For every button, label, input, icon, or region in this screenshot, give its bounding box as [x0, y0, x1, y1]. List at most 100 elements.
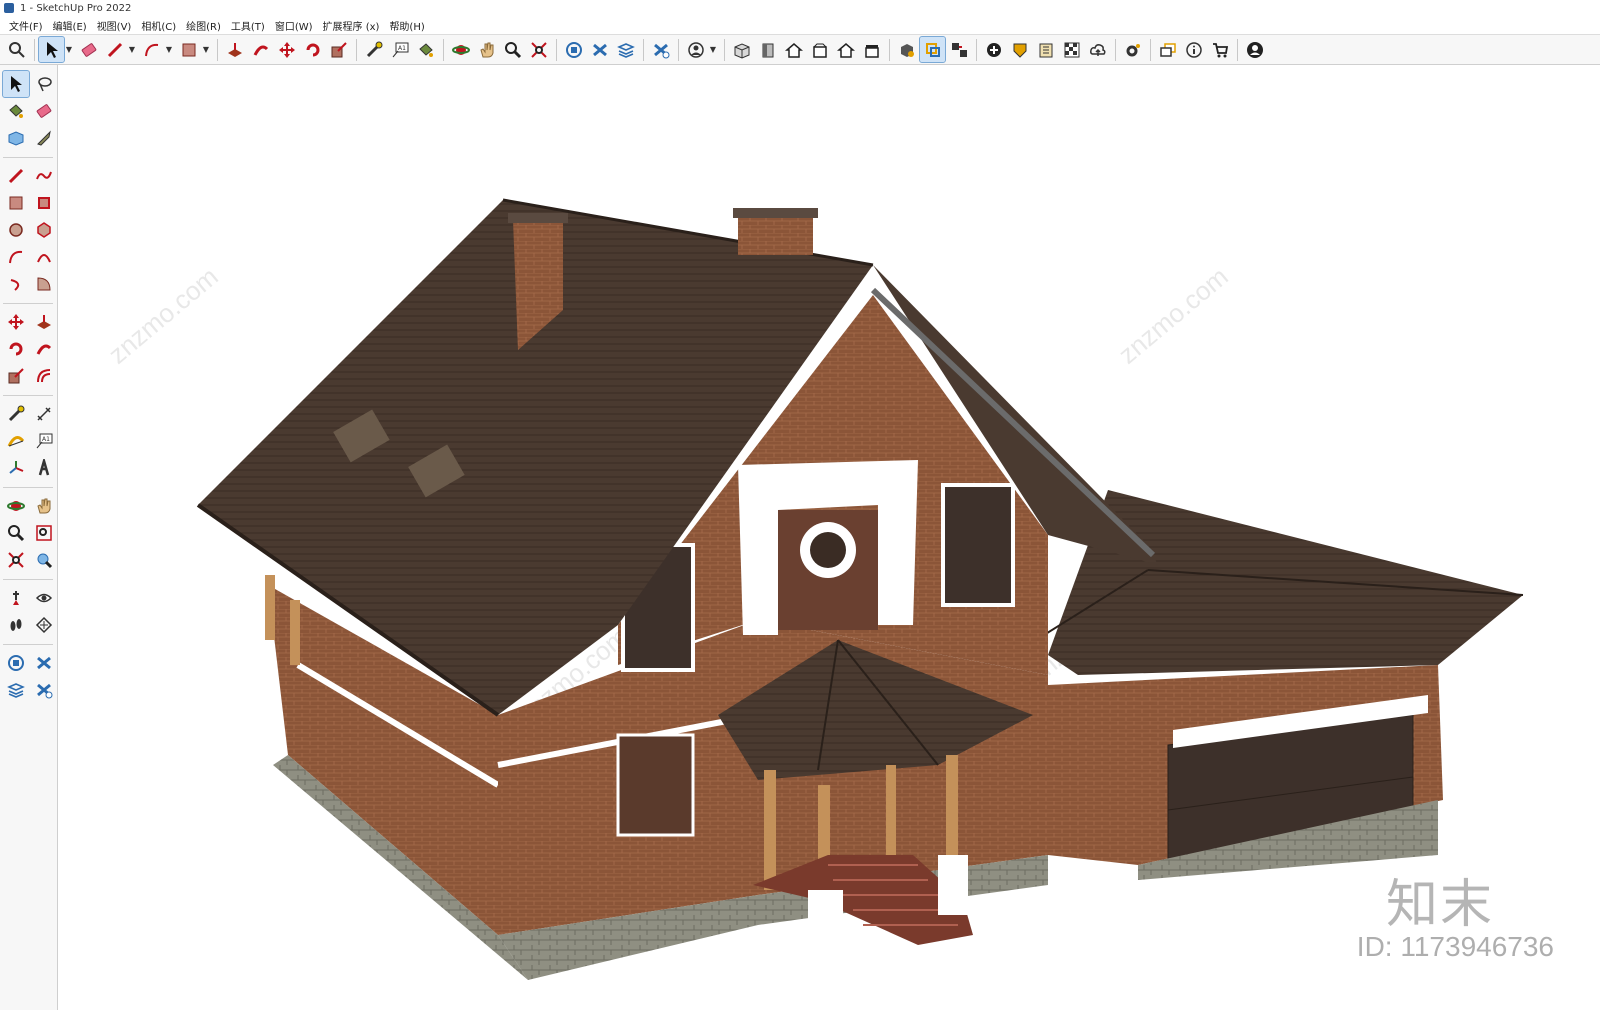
section-plane-icon[interactable]	[919, 36, 946, 63]
tape-measure-icon[interactable]	[3, 401, 29, 427]
extension-manager-icon[interactable]	[648, 37, 673, 62]
shopping-cart-icon[interactable]	[1207, 37, 1232, 62]
select-tool-icon[interactable]	[38, 36, 65, 63]
menu-edit[interactable]: 编辑(E)	[48, 18, 92, 33]
push-pull-icon[interactable]	[31, 309, 57, 335]
3d-warehouse-icon[interactable]	[3, 650, 29, 676]
previous-view-icon[interactable]	[31, 547, 57, 573]
tag-tool-icon[interactable]	[31, 125, 57, 151]
search-icon[interactable]	[4, 37, 29, 62]
info-icon[interactable]	[1181, 37, 1206, 62]
two-point-arc-icon[interactable]	[31, 244, 57, 270]
paint-bucket-icon[interactable]	[413, 37, 438, 62]
rectangle-icon[interactable]	[176, 37, 201, 62]
rotated-rectangle-icon[interactable]	[31, 190, 57, 216]
orbit-icon[interactable]	[3, 493, 29, 519]
section-display-icon[interactable]	[946, 37, 971, 62]
window-cascade-icon[interactable]	[1155, 37, 1180, 62]
3d-warehouse-icon[interactable]	[561, 37, 586, 62]
settings-gear-icon[interactable]	[1120, 37, 1145, 62]
menu-extensions[interactable]: 扩展程序 (x)	[318, 18, 385, 33]
line-dropdown-icon[interactable]: ▼	[128, 45, 136, 54]
account-icon[interactable]	[683, 37, 708, 62]
move-icon[interactable]	[274, 37, 299, 62]
tape-measure-icon[interactable]	[361, 37, 386, 62]
eraser-icon[interactable]	[76, 37, 101, 62]
push-pull-icon[interactable]	[222, 37, 247, 62]
eraser-icon[interactable]	[31, 98, 57, 124]
rotate-icon[interactable]	[300, 37, 325, 62]
pencil-line-icon[interactable]	[102, 37, 127, 62]
lasso-select-icon[interactable]	[31, 71, 57, 97]
pie-icon[interactable]	[31, 271, 57, 297]
text-tool-icon[interactable]: A1	[31, 428, 57, 454]
offset-icon[interactable]	[31, 363, 57, 389]
arc-icon[interactable]	[139, 37, 164, 62]
polygon-icon[interactable]	[31, 217, 57, 243]
scale-icon[interactable]	[326, 37, 351, 62]
menu-tools[interactable]: 工具(T)	[226, 18, 270, 33]
zoom-extents-icon[interactable]	[3, 547, 29, 573]
extension-manager-icon[interactable]	[31, 677, 57, 703]
zoom-extents-icon[interactable]	[526, 37, 551, 62]
line-tool-icon[interactable]	[3, 163, 29, 189]
position-camera-icon[interactable]	[3, 585, 29, 611]
rectangle-icon[interactable]	[3, 190, 29, 216]
dimension-icon[interactable]	[31, 401, 57, 427]
pan-hand-icon[interactable]	[31, 493, 57, 519]
add-location-icon[interactable]	[981, 37, 1006, 62]
model-viewport[interactable]: znzmo.com znzmo.com znzmo.com znzmo.com …	[58, 65, 1600, 1010]
section-plane-icon[interactable]	[31, 612, 57, 638]
move-icon[interactable]	[3, 309, 29, 335]
front-view-icon[interactable]	[781, 37, 806, 62]
cloud-upload-icon[interactable]	[1085, 37, 1110, 62]
menu-window[interactable]: 窗口(W)	[270, 18, 318, 33]
follow-me-icon[interactable]	[31, 336, 57, 362]
look-around-icon[interactable]	[31, 585, 57, 611]
circle-icon[interactable]	[3, 217, 29, 243]
checkerboard-icon[interactable]	[1059, 37, 1084, 62]
extension-warehouse-icon[interactable]	[587, 37, 612, 62]
freehand-icon[interactable]	[31, 163, 57, 189]
layout-book-icon[interactable]	[1033, 37, 1058, 62]
select-tool-icon[interactable]	[2, 70, 30, 98]
zoom-icon[interactable]	[500, 37, 525, 62]
account-dropdown-icon[interactable]: ▼	[709, 45, 717, 54]
geo-location-icon[interactable]	[1007, 37, 1032, 62]
scale-icon[interactable]	[3, 363, 29, 389]
text-tool-icon[interactable]: A1	[387, 37, 412, 62]
top-view-icon[interactable]	[755, 37, 780, 62]
zoom-icon[interactable]	[3, 520, 29, 546]
3d-text-icon[interactable]	[31, 455, 57, 481]
shape-dropdown-icon[interactable]: ▼	[202, 45, 210, 54]
make-component-icon[interactable]	[3, 125, 29, 151]
menu-camera[interactable]: 相机(C)	[136, 18, 181, 33]
paint-bucket-icon[interactable]	[3, 98, 29, 124]
pan-hand-icon[interactable]	[474, 37, 499, 62]
back-view-icon[interactable]	[833, 37, 858, 62]
right-view-icon[interactable]	[807, 37, 832, 62]
axes-icon[interactable]	[3, 455, 29, 481]
select-dropdown-icon[interactable]: ▼	[65, 45, 73, 54]
layout-send-icon[interactable]	[3, 677, 29, 703]
arc-dropdown-icon[interactable]: ▼	[165, 45, 173, 54]
protractor-icon[interactable]	[3, 428, 29, 454]
toolbar-divider	[217, 38, 218, 61]
extension-warehouse-icon[interactable]	[31, 650, 57, 676]
follow-me-icon[interactable]	[248, 37, 273, 62]
menu-help[interactable]: 帮助(H)	[384, 18, 429, 33]
menu-draw[interactable]: 绘图(R)	[181, 18, 226, 33]
zoom-window-icon[interactable]	[31, 520, 57, 546]
orbit-icon[interactable]	[448, 37, 473, 62]
walk-icon[interactable]	[3, 612, 29, 638]
arc-icon[interactable]	[3, 244, 29, 270]
menu-view[interactable]: 视图(V)	[92, 18, 137, 33]
style-shaded-icon[interactable]	[894, 37, 919, 62]
rotate-icon[interactable]	[3, 336, 29, 362]
layout-send-icon[interactable]	[613, 37, 638, 62]
three-point-arc-icon[interactable]	[3, 271, 29, 297]
menu-file[interactable]: 文件(F)	[4, 18, 48, 33]
user-profile-icon[interactable]	[1242, 37, 1267, 62]
left-view-icon[interactable]	[859, 37, 884, 62]
iso-view-icon[interactable]	[729, 37, 754, 62]
